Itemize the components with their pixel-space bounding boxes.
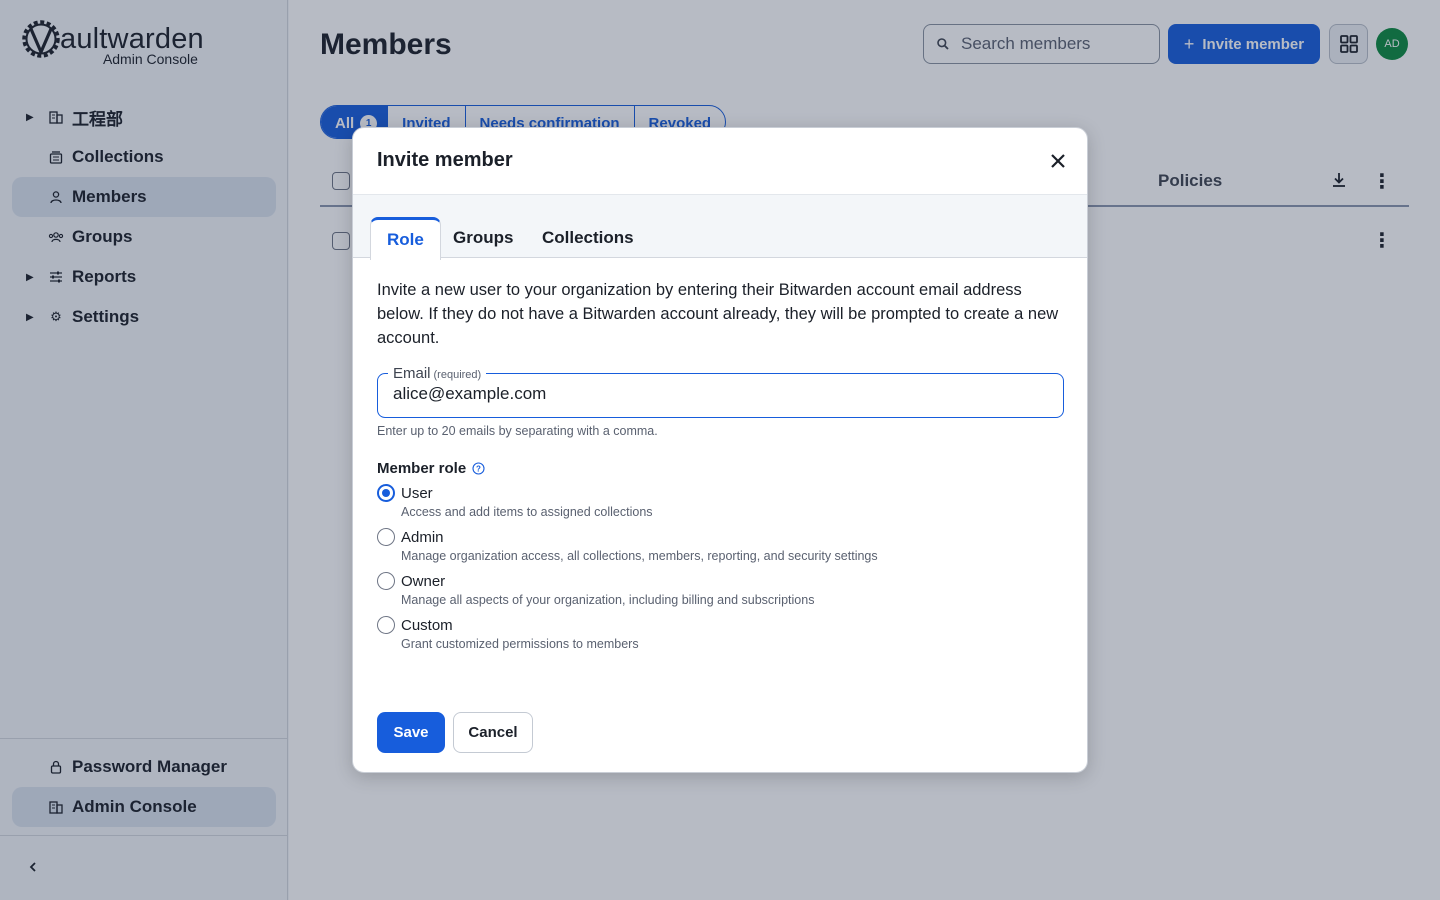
role-description: Manage all aspects of your organization,… (401, 593, 815, 607)
email-label: Email (required) (388, 365, 487, 382)
role-option-user[interactable]: User Access and add items to assigned co… (377, 484, 1057, 528)
role-title: Custom (401, 617, 453, 634)
invite-member-dialog: Invite member Role Groups Collections In… (352, 127, 1088, 773)
radio-owner[interactable] (377, 572, 395, 590)
role-title: Admin (401, 529, 444, 546)
svg-text:?: ? (476, 465, 481, 474)
tab-role[interactable]: Role (370, 217, 441, 260)
cancel-button[interactable]: Cancel (453, 712, 533, 753)
required-marker: (required) (433, 369, 482, 381)
radio-admin[interactable] (377, 528, 395, 546)
close-icon[interactable] (1049, 152, 1067, 170)
role-description: Manage organization access, all collecti… (401, 549, 878, 563)
radio-custom[interactable] (377, 616, 395, 634)
help-circle-icon[interactable]: ? (472, 462, 485, 475)
radio-user[interactable] (377, 484, 395, 502)
email-input[interactable] (393, 384, 1043, 404)
tab-collections[interactable]: Collections (526, 217, 650, 259)
email-field[interactable]: Email (required) (377, 365, 1064, 418)
email-hint: Enter up to 20 emails by separating with… (377, 424, 658, 438)
invite-description: Invite a new user to your organization b… (377, 281, 1059, 347)
save-button[interactable]: Save (377, 712, 445, 753)
role-title: Owner (401, 573, 446, 590)
role-option-custom[interactable]: Custom Grant customized permissions to m… (377, 616, 1057, 660)
role-option-owner[interactable]: Owner Manage all aspects of your organiz… (377, 572, 1057, 616)
role-description: Access and add items to assigned collect… (401, 505, 653, 519)
tab-groups[interactable]: Groups (437, 217, 529, 259)
dialog-title: Invite member (377, 149, 513, 171)
role-option-admin[interactable]: Admin Manage organization access, all co… (377, 528, 1057, 572)
role-description: Grant customized permissions to members (401, 637, 639, 651)
role-title: User (401, 485, 433, 502)
member-role-label: Member role ? (377, 460, 485, 477)
dialog-tab-bar: Role Groups Collections (353, 194, 1087, 260)
